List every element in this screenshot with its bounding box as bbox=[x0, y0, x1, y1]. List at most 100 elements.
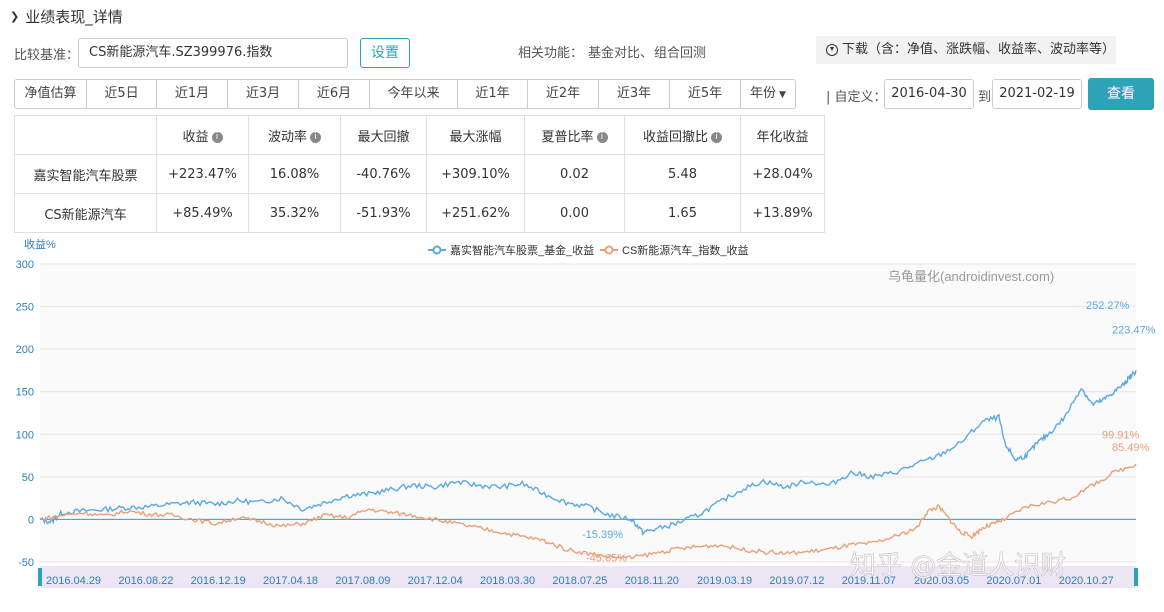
cell-max-drawdown: -40.76% bbox=[340, 154, 427, 194]
tab-3m[interactable]: 近3月 bbox=[228, 80, 299, 108]
x-tick-label: 2017.12.04 bbox=[408, 575, 463, 587]
tab-ytd[interactable]: 今年以来 bbox=[370, 80, 458, 108]
end-date-input[interactable]: 2021-02-19 bbox=[992, 79, 1082, 109]
y-axis-label: 收益% bbox=[24, 237, 56, 251]
cell-annualized: +28.04% bbox=[740, 154, 825, 194]
info-icon[interactable]: i bbox=[711, 131, 722, 143]
return-chart[interactable]: 收益% 300 250 200 150 100 50 0 -50 2016.04.29 2016.0… bbox=[0, 236, 1164, 612]
table-header-row: 收益 i 波动率 i 最大回撤 最大涨幅 夏普比率 i 收益回撤比 i 年化收益 bbox=[14, 115, 825, 155]
to-label: 到 bbox=[978, 90, 992, 105]
cell-return: +223.47% bbox=[156, 154, 249, 194]
y-tick-label: 0 bbox=[28, 514, 34, 526]
chevron-down-icon: ❯ bbox=[10, 10, 20, 23]
x-tick-label: 2019.07.12 bbox=[769, 575, 824, 587]
y-tick-label: -50 bbox=[18, 557, 34, 569]
custom-range-label: | 自定义： bbox=[826, 90, 887, 105]
plot-area bbox=[40, 264, 1136, 562]
benchmark-input[interactable]: CS新能源汽车.SZ399976.指数 bbox=[78, 38, 348, 68]
table-row: 嘉实智能汽车股票 +223.47% 16.08% -40.76% +309.10… bbox=[14, 154, 825, 194]
x-tick-label: 2018.07.25 bbox=[552, 575, 607, 587]
legend-marker bbox=[432, 245, 442, 255]
cell-annualized: +13.89% bbox=[740, 193, 825, 233]
portfolio-backtest-link[interactable]: 组合回测 bbox=[654, 42, 706, 61]
caret-down-icon: ▼ bbox=[779, 90, 786, 100]
header-sharpe: 夏普比率 i bbox=[524, 115, 625, 155]
cell-max-drawdown: -51.93% bbox=[340, 193, 427, 233]
watermark-text: 乌龟量化(androidinvest.com) bbox=[888, 269, 1054, 284]
x-tick-label: 2016.04.29 bbox=[46, 575, 101, 587]
range-handle-left bbox=[38, 568, 42, 586]
cell-volatility: 35.32% bbox=[248, 193, 341, 233]
download-label: 下载（含：净值、涨跌幅、收益率、波动率等） bbox=[842, 42, 1116, 57]
header-annualized: 年化收益 bbox=[740, 115, 825, 155]
related-label: 相关功能： bbox=[518, 46, 584, 61]
row-name: 嘉实智能汽车股票 bbox=[14, 154, 157, 194]
download-button[interactable]: 下载（含：净值、涨跌幅、收益率、波动率等） bbox=[816, 36, 1116, 64]
tab-2y[interactable]: 近2年 bbox=[528, 80, 599, 108]
y-tick-label: 50 bbox=[22, 472, 34, 484]
tab-nav-estimate[interactable]: 净值估算 bbox=[15, 80, 87, 108]
tab-1y[interactable]: 近1年 bbox=[458, 80, 528, 108]
cell-sharpe: 0.00 bbox=[524, 193, 625, 233]
tab-1m[interactable]: 近1月 bbox=[157, 80, 228, 108]
y-tick-label: 200 bbox=[16, 344, 34, 356]
header-max-gain: 最大涨幅 bbox=[426, 115, 525, 155]
end-label: 85.49% bbox=[1112, 442, 1150, 454]
header-return: 收益 i bbox=[156, 115, 249, 155]
cell-return: +85.49% bbox=[156, 193, 249, 233]
cell-max-gain: +251.62% bbox=[426, 193, 525, 233]
query-button[interactable]: 查看 bbox=[1088, 78, 1154, 110]
y-tick-label: 150 bbox=[16, 387, 34, 399]
section-header[interactable]: ❯ 业绩表现_详情 bbox=[10, 6, 123, 27]
peak-label: 252.27% bbox=[1086, 300, 1130, 312]
cell-return-drawdown: 1.65 bbox=[624, 193, 741, 233]
set-benchmark-button[interactable]: 设置 bbox=[360, 38, 410, 68]
tab-year-label: 年份 bbox=[750, 86, 777, 101]
period-tabs: 净值估算 近5日 近1月 近3月 近6月 今年以来 近1年 近2年 近3年 近5… bbox=[14, 79, 796, 109]
min-label: -15.39% bbox=[582, 529, 623, 541]
cell-return-drawdown: 5.48 bbox=[624, 154, 741, 194]
start-date-input[interactable]: 2016-04-30 bbox=[884, 79, 974, 109]
legend-label: CS新能源汽车_指数_收益 bbox=[622, 243, 749, 257]
tab-6m[interactable]: 近6月 bbox=[299, 80, 370, 108]
cell-volatility: 16.08% bbox=[248, 154, 341, 194]
header-volatility: 波动率 i bbox=[248, 115, 341, 155]
fund-compare-link[interactable]: 基金对比、 bbox=[588, 42, 653, 61]
row-name: CS新能源汽车 bbox=[14, 193, 157, 233]
x-tick-label: 2016.08.22 bbox=[118, 575, 173, 587]
benchmark-label: 比较基准： bbox=[14, 48, 80, 63]
x-tick-label: 2018.11.20 bbox=[625, 575, 679, 587]
end-label: 223.47% bbox=[1112, 325, 1156, 337]
table-row: CS新能源汽车 +85.49% 35.32% -51.93% +251.62% … bbox=[14, 193, 825, 233]
x-tick-label: 2017.08.09 bbox=[335, 575, 390, 587]
range-handle-right bbox=[1134, 568, 1138, 586]
x-tick-label: 2020.10.27 bbox=[1059, 575, 1114, 587]
header-return-drawdown: 收益回撤比 i bbox=[624, 115, 741, 155]
zhihu-watermark: 知乎 @金道人识财 bbox=[850, 551, 1066, 581]
info-icon[interactable]: i bbox=[596, 131, 608, 143]
cell-sharpe: 0.02 bbox=[524, 154, 625, 194]
x-tick-label: 2016.12.19 bbox=[191, 575, 246, 587]
download-icon bbox=[826, 44, 838, 56]
y-tick-label: 250 bbox=[16, 302, 34, 314]
tab-5y[interactable]: 近5年 bbox=[670, 80, 741, 108]
min-label: -45.65% bbox=[586, 553, 627, 565]
info-icon[interactable]: i bbox=[211, 131, 223, 143]
x-tick-label: 2019.03.19 bbox=[697, 575, 752, 587]
cell-max-gain: +309.10% bbox=[426, 154, 525, 194]
legend-label: 嘉实智能汽车股票_基金_收益 bbox=[450, 243, 594, 257]
x-tick-label: 2018.03.30 bbox=[480, 575, 535, 587]
stats-table: 收益 i 波动率 i 最大回撤 最大涨幅 夏普比率 i 收益回撤比 i 年化收益 嘉实智… bbox=[14, 115, 825, 233]
y-tick-label: 300 bbox=[16, 259, 34, 271]
header-max-drawdown: 最大回撤 bbox=[340, 115, 427, 155]
tab-5d[interactable]: 近5日 bbox=[87, 80, 157, 108]
legend-marker bbox=[604, 245, 614, 255]
tab-3y[interactable]: 近3年 bbox=[599, 80, 670, 108]
y-tick-label: 100 bbox=[16, 429, 34, 441]
x-tick-label: 2017.04.18 bbox=[263, 575, 318, 587]
section-title: 业绩表现_详情 bbox=[25, 8, 123, 26]
tab-year-dropdown[interactable]: 年份 ▼ bbox=[741, 80, 795, 108]
table-corner-cell bbox=[14, 115, 157, 155]
peak-label: 99.91% bbox=[1102, 429, 1140, 441]
info-icon[interactable]: i bbox=[310, 131, 321, 143]
